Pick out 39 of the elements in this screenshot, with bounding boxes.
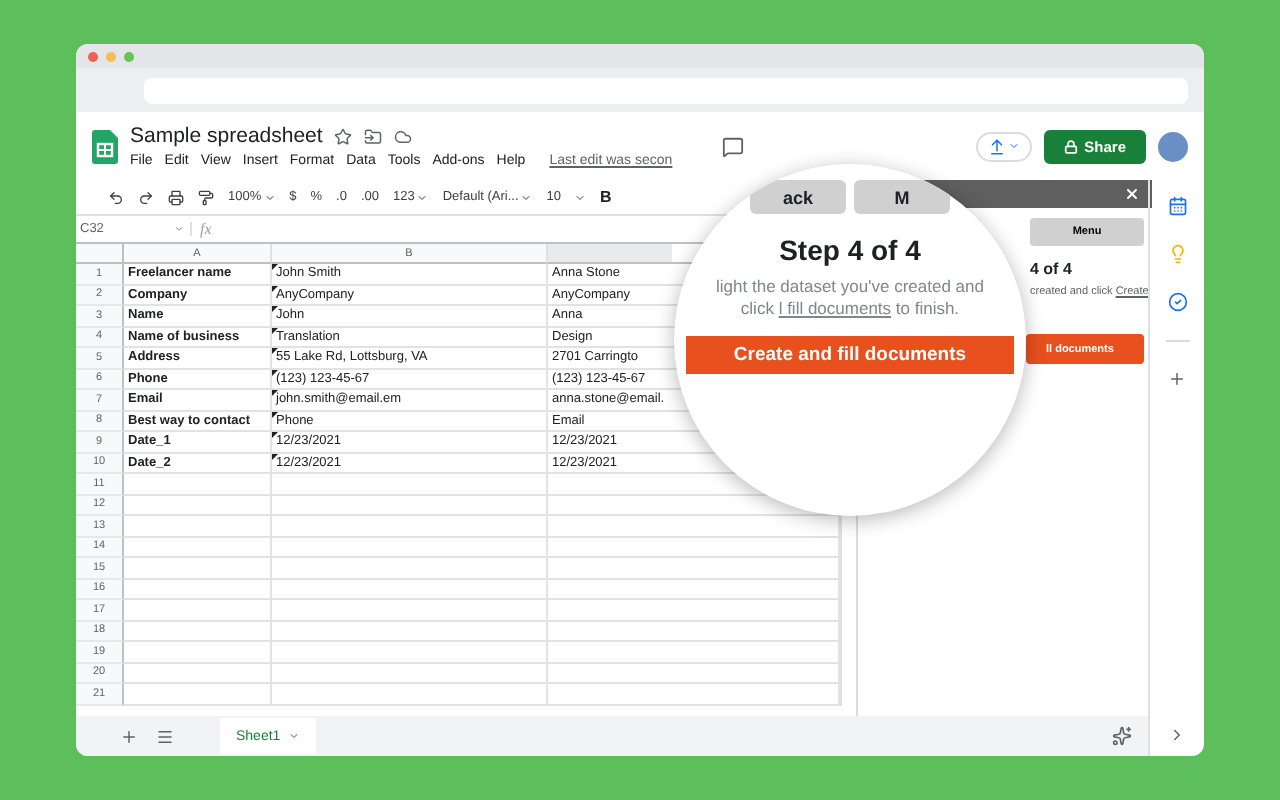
step-heading: Step 4 of 4 [779,234,921,266]
add-icon[interactable] [1168,370,1186,388]
spreadsheet-logo[interactable] [92,129,118,163]
expand-icon[interactable] [1168,726,1186,744]
folder-icon[interactable] [364,127,383,145]
caret-icon [520,191,533,203]
upload-icon [988,137,1007,155]
close-icon[interactable] [1124,186,1140,202]
window-control-dot[interactable] [124,51,134,61]
add-sheet-icon[interactable] [120,727,138,745]
comment-icon[interactable] [722,135,745,157]
tasks-icon[interactable] [1167,292,1187,312]
formula-label: fx [198,220,212,238]
window-control-dot[interactable] [88,51,98,61]
window-control-dot[interactable] [106,51,116,61]
caret-icon [416,191,429,203]
create-documents-button[interactable]: Create and fill documents [686,336,1014,375]
caret-icon [288,730,301,742]
document-title[interactable]: Sample spreadsheet [130,124,323,148]
nav-button[interactable]: ack [750,180,846,214]
cloud-icon[interactable] [394,127,413,145]
present-button[interactable] [976,131,1033,161]
caret-icon [263,191,276,203]
star-icon[interactable] [334,127,353,145]
print-icon[interactable] [168,189,184,205]
caret-icon [1008,140,1021,152]
undo-icon[interactable] [108,189,124,205]
bold-button[interactable]: B [599,188,612,206]
nav-button[interactable]: M [854,180,950,214]
explore-icon[interactable] [1112,726,1132,746]
avatar[interactable] [1158,131,1188,161]
calendar-icon[interactable] [1167,196,1187,216]
step-heading: 4 of 4 [1028,260,1074,278]
redo-icon[interactable] [138,189,154,205]
caret-icon [174,224,184,234]
lock-icon [1064,139,1079,153]
paint-roller-icon[interactable] [198,189,214,205]
sheet-list-icon[interactable] [156,727,174,745]
caret-icon [573,191,586,203]
